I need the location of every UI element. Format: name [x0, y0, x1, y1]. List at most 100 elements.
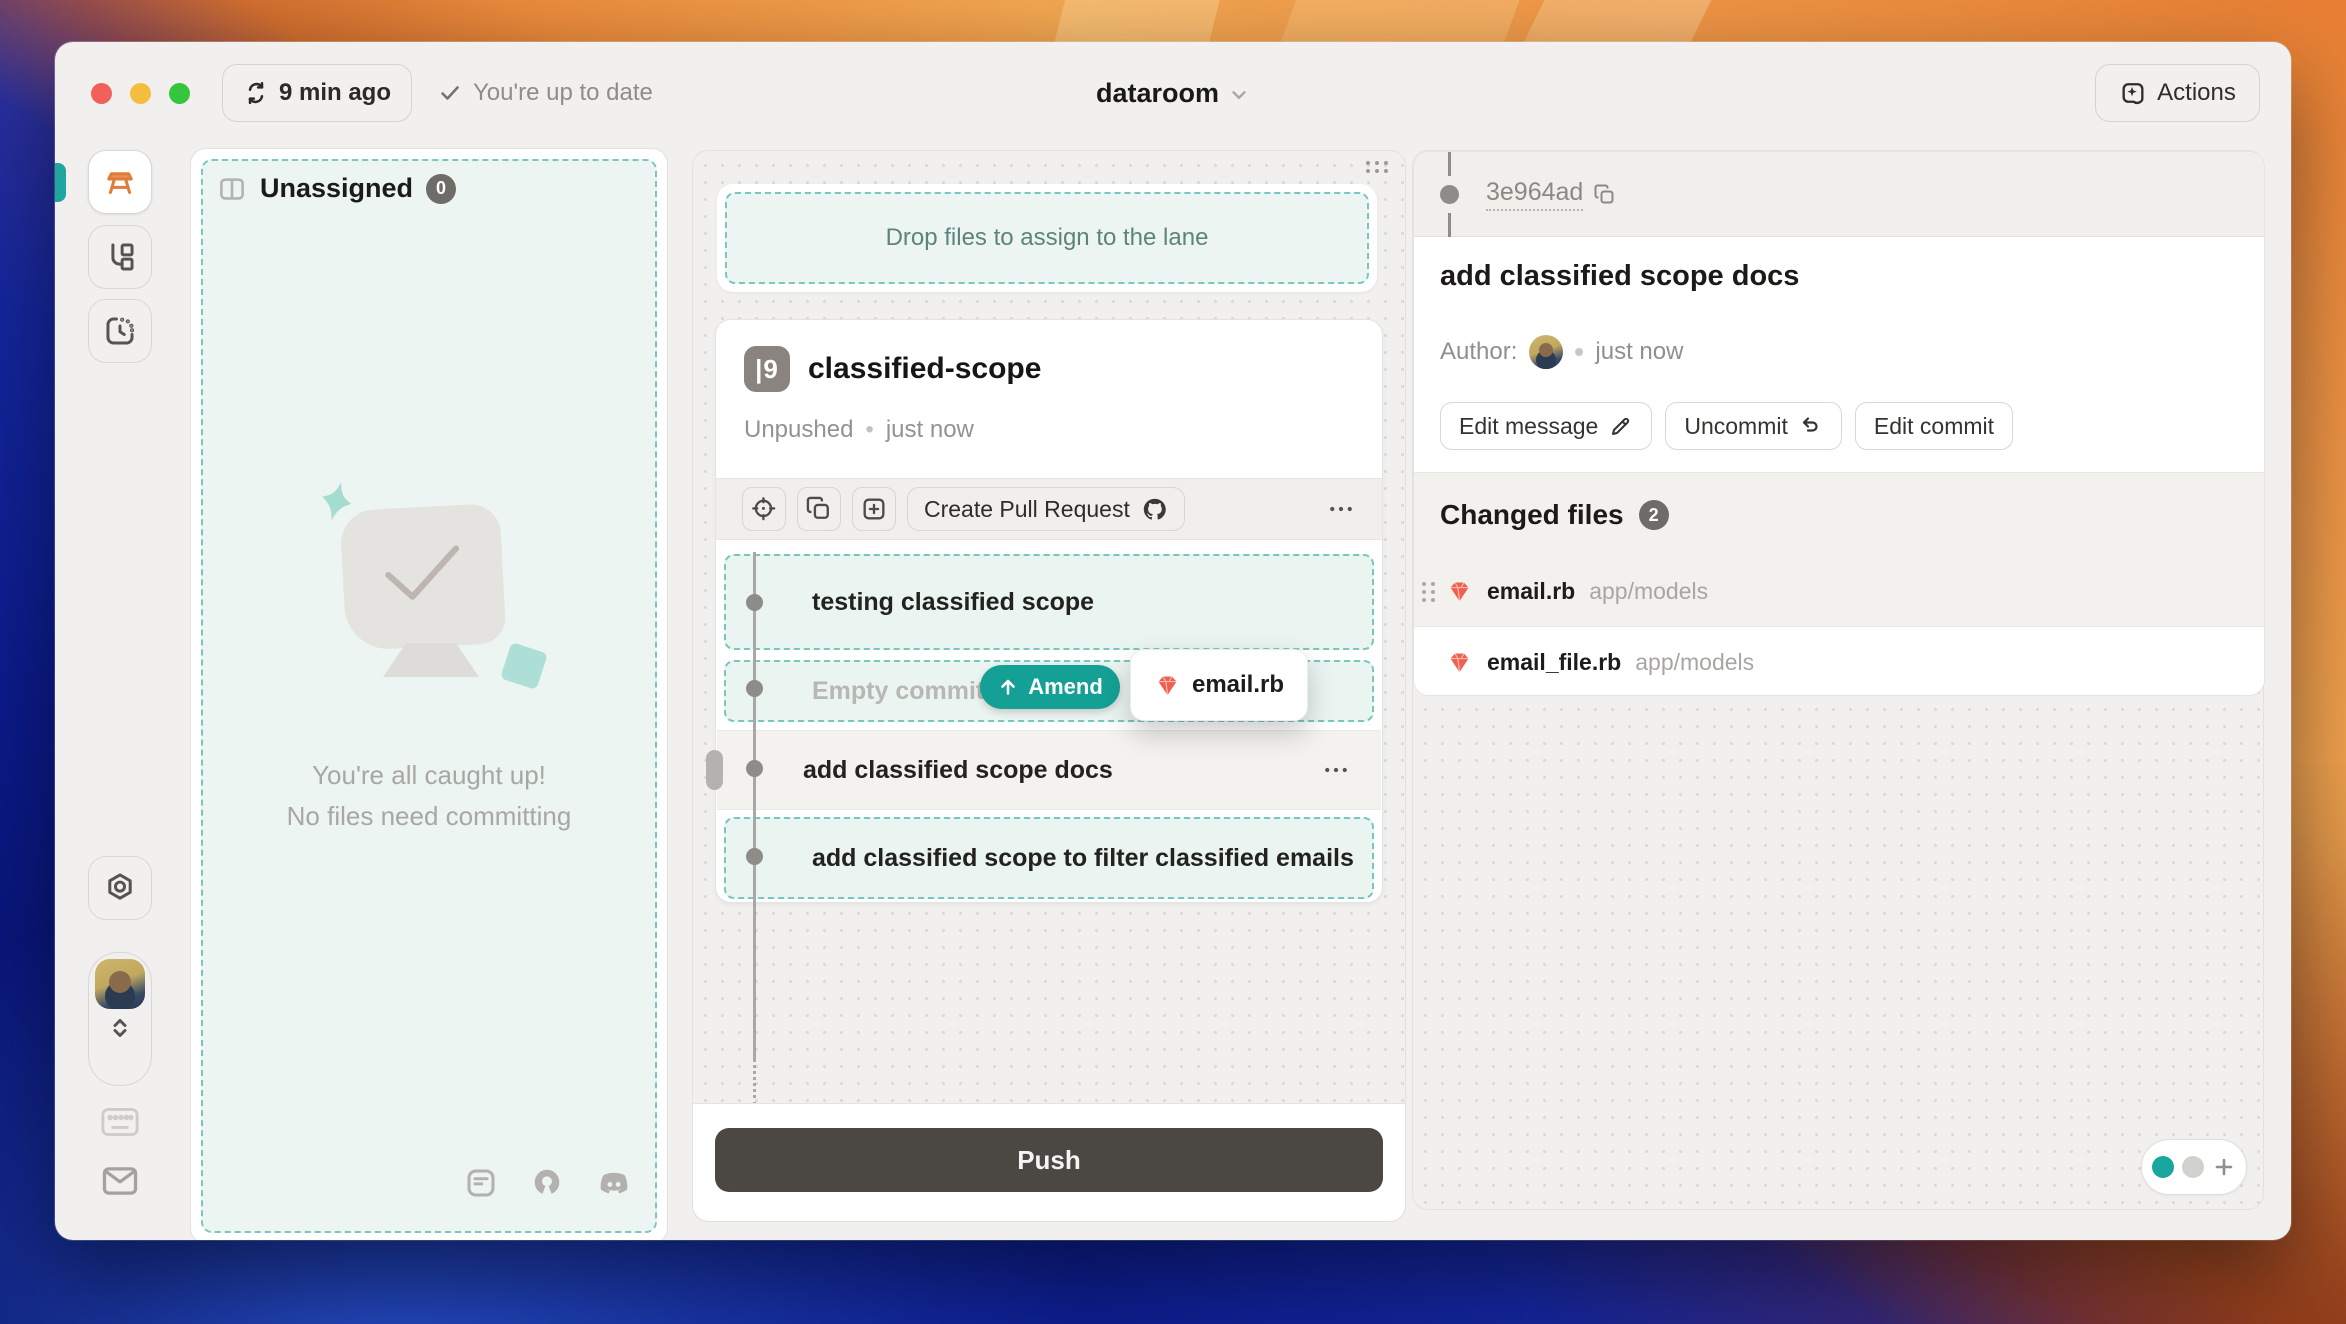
branch-time: just now — [886, 416, 974, 444]
changelog-icon[interactable] — [463, 1165, 499, 1203]
undo-icon — [1799, 414, 1823, 438]
branch-menu-button[interactable] — [1326, 494, 1356, 524]
actions-button[interactable]: Actions — [2095, 64, 2260, 122]
copy-hash-icon[interactable] — [1593, 183, 1617, 207]
drag-handle-icon[interactable] — [1422, 582, 1436, 602]
lane-panel: Drop files to assign to the lane |9 clas… — [692, 150, 1406, 1222]
workspace-table-icon — [102, 164, 138, 200]
commit-detail-header: 3e964ad — [1414, 152, 2264, 237]
commit-menu-button[interactable] — [1321, 755, 1351, 785]
branch-icon: |9 — [744, 346, 790, 392]
unassigned-header: Unassigned 0 — [217, 173, 456, 204]
author-label: Author: — [1440, 338, 1517, 366]
branches-graph-icon — [103, 240, 137, 274]
commit-time: just now — [1595, 338, 1683, 366]
arrow-up-icon — [997, 676, 1019, 698]
commit-actions: Edit message Uncommit — [1440, 402, 2013, 450]
edit-commit-label: Edit commit — [1874, 413, 1994, 440]
monitor-shape — [339, 503, 506, 651]
changed-files-title: Changed files — [1440, 499, 1624, 531]
branch-toolbar: Create Pull Request — [716, 478, 1382, 540]
sidebar-item-workspace[interactable] — [88, 150, 152, 214]
commit-list: testing classified scope Empty commit me… — [716, 540, 1382, 902]
push-button[interactable]: Push — [715, 1128, 1383, 1192]
branch-header[interactable]: |9 classified-scope — [744, 346, 1041, 392]
empty-state: You're all caught up! No files need comm… — [191, 479, 667, 837]
commit-dot — [746, 760, 763, 777]
actions-label: Actions — [2157, 79, 2236, 107]
caught-up-illustration — [299, 479, 559, 729]
lane-dropzone[interactable]: Drop files to assign to the lane — [725, 192, 1369, 284]
copy-branch-button[interactable] — [797, 487, 841, 531]
uncommit-button[interactable]: Uncommit — [1665, 402, 1842, 450]
ruby-icon — [1446, 649, 1473, 676]
target-plus-button[interactable] — [742, 487, 786, 531]
empty-line-2: No files need committing — [191, 796, 667, 837]
commit-graph-line-dotted — [753, 1058, 756, 1106]
github-icon — [1141, 496, 1168, 523]
mail-icon[interactable] — [98, 1162, 142, 1200]
file-row[interactable]: email_file.rb app/models — [1414, 627, 2264, 696]
commit-row[interactable]: add classified scope to filter classifie… — [724, 817, 1374, 899]
unassigned-title: Unassigned — [260, 173, 413, 204]
amend-label: Amend — [1028, 674, 1103, 700]
create-pull-request-button[interactable]: Create Pull Request — [907, 487, 1185, 531]
push-bar: Push — [693, 1103, 1405, 1221]
footer-links — [463, 1165, 633, 1203]
changed-files-count-badge: 2 — [1639, 500, 1669, 530]
branch-card: |9 classified-scope Unpushed • just now — [715, 319, 1383, 903]
commit-message: add classified scope docs — [803, 756, 1113, 785]
chevron-down-icon — [1228, 80, 1250, 106]
avatar — [95, 959, 145, 1009]
edit-message-label: Edit message — [1459, 413, 1598, 440]
author-row: Author: just now — [1440, 335, 1683, 369]
dot-separator — [1575, 348, 1583, 356]
branch-name: classified-scope — [808, 352, 1041, 386]
chevrons-updown-icon — [105, 1013, 135, 1043]
commit-graph-line — [1448, 213, 1451, 237]
pencil-icon — [1609, 414, 1633, 438]
edit-commit-button[interactable]: Edit commit — [1855, 402, 2013, 450]
pager-dot[interactable] — [2182, 1156, 2204, 1178]
commit-row[interactable]: testing classified scope — [724, 554, 1374, 650]
push-label: Push — [1017, 1145, 1081, 1176]
commit-detail-card: 3e964ad add classified scope docs Author… — [1413, 151, 2265, 696]
commit-title: add classified scope docs — [1440, 260, 1799, 293]
lane-drag-handle[interactable] — [1366, 161, 1389, 173]
file-name: email_file.rb — [1487, 649, 1621, 676]
unassigned-panel: Unassigned 0 — [190, 148, 668, 1240]
ruby-icon — [1446, 578, 1473, 605]
commit-hash-link[interactable]: 3e964ad — [1486, 178, 1583, 211]
profile-switcher[interactable] — [88, 952, 152, 1086]
history-clock-icon — [103, 314, 137, 348]
project-switcher[interactable]: dataroom — [55, 64, 2291, 122]
add-lane-button[interactable] — [2212, 1155, 2236, 1179]
file-path: app/models — [1589, 578, 1708, 605]
commit-dot — [746, 848, 763, 865]
open-source-icon[interactable] — [529, 1165, 565, 1203]
empty-state-text: You're all caught up! No files need comm… — [191, 755, 667, 837]
pager-dot-active[interactable] — [2152, 1156, 2174, 1178]
gear-icon — [103, 871, 137, 905]
desktop: 9 min ago You're up to date dataroom — [0, 0, 2346, 1324]
edit-message-button[interactable]: Edit message — [1440, 402, 1652, 450]
discord-icon[interactable] — [595, 1165, 633, 1203]
commit-dot — [746, 594, 763, 611]
dragged-file-card[interactable]: email.rb — [1130, 649, 1308, 721]
keyboard-shortcuts-icon[interactable] — [98, 1104, 142, 1140]
app-window: 9 min ago You're up to date dataroom — [55, 42, 2291, 1240]
file-path: app/models — [1635, 649, 1754, 676]
commit-selection-tab — [706, 750, 723, 790]
commit-row-selected[interactable]: add classified scope docs — [717, 730, 1381, 810]
commit-graph-line — [753, 552, 756, 1058]
file-row[interactable]: email.rb app/models — [1414, 557, 2264, 627]
amend-drop-target[interactable]: Amend — [980, 665, 1120, 709]
settings-button[interactable] — [88, 856, 152, 920]
branch-meta: Unpushed • just now — [744, 416, 974, 444]
commit-graph-line — [1448, 152, 1451, 176]
pr-label: Create Pull Request — [924, 496, 1130, 523]
sidebar-item-history[interactable] — [88, 299, 152, 363]
add-dependent-branch-button[interactable] — [852, 487, 896, 531]
sidebar-item-branches[interactable] — [88, 225, 152, 289]
dropzone-text: Drop files to assign to the lane — [886, 224, 1209, 252]
